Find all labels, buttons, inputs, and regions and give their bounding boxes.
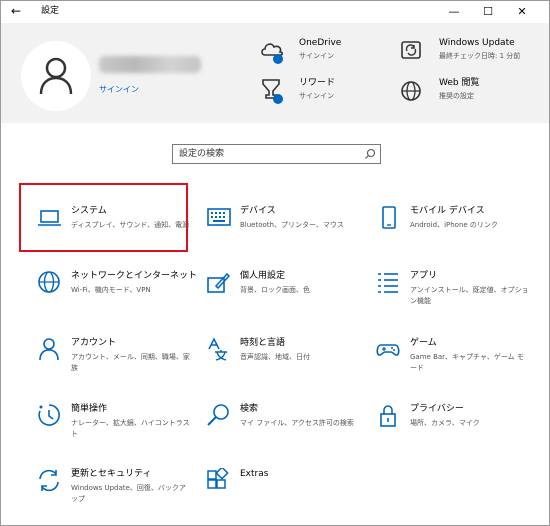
close-button[interactable]: ✕: [505, 1, 539, 23]
header-item-title: Web 閲覧: [439, 78, 480, 88]
category-mobile-devices[interactable]: モバイル デバイス Android、iPhone のリンク: [376, 205, 546, 271]
category-extras[interactable]: Extras: [206, 468, 376, 525]
category-search[interactable]: 検索 マイ ファイル、アクセス許可の検索: [206, 403, 376, 469]
category-description: 音声認識、地域、日付: [240, 353, 310, 361]
category-description: 場所、カメラ、マイク: [410, 419, 480, 427]
back-arrow-icon[interactable]: ←: [11, 4, 25, 18]
category-privacy[interactable]: プライバシー 場所、カメラ、マイク: [376, 403, 546, 469]
category-gaming[interactable]: ゲーム Game Bar、キャプチャ、ゲーム モード: [376, 337, 546, 403]
category-description: ナレーター、拡大鏡、ハイコントラスト: [71, 419, 190, 438]
window-title: 設定: [41, 6, 60, 16]
category-title: 簡単操作: [71, 404, 108, 414]
header-item-subtitle: 最終チェック日時: 1 分前: [439, 52, 521, 60]
account-header: サインイン OneDrive サインイン リワード サインイン Windows …: [1, 23, 549, 123]
person-icon: [39, 338, 59, 361]
category-ease-of-access[interactable]: 簡単操作 ナレーター、拡大鏡、ハイコントラスト: [37, 403, 207, 469]
title-bar: ← 設定 — ☐ ✕: [1, 1, 549, 23]
category-title: ネットワークとインターネット: [71, 271, 198, 281]
category-title: システム: [71, 206, 107, 216]
category-title: アプリ: [410, 271, 438, 281]
category-description: Bluetooth、プリンター、マウス: [240, 221, 344, 229]
category-description: Game Bar、キャプチャ、ゲーム モード: [410, 353, 524, 372]
category-description: アンインストール、既定値、オプション機能: [410, 286, 529, 305]
ease-of-access-icon: [38, 404, 60, 426]
globe-icon: [401, 81, 421, 101]
avatar[interactable]: [21, 41, 91, 111]
category-title: ゲーム: [410, 338, 437, 348]
category-update-security[interactable]: 更新とセキュリティ Windows Update、回復、バックアップ: [37, 468, 207, 525]
category-title: 更新とセキュリティ: [71, 469, 152, 479]
maximize-button[interactable]: ☐: [471, 1, 505, 23]
paint-icon: [207, 272, 231, 293]
category-title: モバイル デバイス: [410, 206, 485, 216]
phone-icon: [382, 206, 396, 229]
signin-link[interactable]: サインイン: [99, 84, 139, 95]
category-title: アカウント: [71, 338, 117, 348]
trophy-icon: [262, 79, 283, 104]
header-item-title: リワード: [299, 78, 336, 88]
category-description: ディスプレイ、サウンド、通知、電源: [71, 221, 190, 229]
category-system[interactable]: システム ディスプレイ、サウンド、通知、電源: [37, 205, 207, 271]
magnifier-icon: [207, 404, 229, 426]
category-description: Wi-Fi、機内モード、VPN: [71, 286, 151, 294]
category-accounts[interactable]: アカウント アカウント、メール、同期、職場、家族: [37, 337, 207, 403]
category-description: マイ ファイル、アクセス許可の検索: [240, 419, 354, 427]
apps-list-icon: [378, 273, 398, 293]
category-title: 時刻と言語: [240, 338, 286, 348]
laptop-icon: [38, 210, 61, 226]
category-time-language[interactable]: 時刻と言語 音声認識、地域、日付: [206, 337, 376, 403]
category-description: 背景、ロック画面、色: [240, 286, 310, 294]
category-network[interactable]: ネットワークとインターネット Wi-Fi、機内モード、VPN: [37, 270, 207, 336]
header-item-rewards[interactable]: リワード サインイン: [259, 77, 409, 113]
category-description: Windows Update、回復、バックアップ: [71, 484, 186, 503]
globe-icon: [38, 271, 60, 293]
search-box[interactable]: 設定の検索: [172, 144, 381, 164]
category-apps[interactable]: アプリ アンインストール、既定値、オプション機能: [376, 270, 546, 336]
user-silhouette-icon: [39, 57, 73, 95]
lock-icon: [380, 405, 396, 427]
category-title: 個人用設定: [240, 271, 286, 281]
extras-icon: [207, 468, 229, 489]
settings-window: ← 設定 — ☐ ✕ サインイン OneDrive サインイン リワード サイン…: [0, 0, 550, 526]
cloud-icon: [261, 43, 284, 64]
search-input[interactable]: 設定の検索: [179, 149, 224, 160]
category-title: プライバシー: [410, 404, 464, 414]
user-name-blurred: [99, 56, 201, 73]
header-item-subtitle: サインイン: [299, 92, 334, 100]
header-item-onedrive[interactable]: OneDrive サインイン: [259, 37, 409, 73]
category-devices[interactable]: デバイス Bluetooth、プリンター、マウス: [206, 205, 376, 271]
category-title: 検索: [240, 404, 259, 414]
category-title: Extras: [240, 469, 269, 479]
header-item-title: Windows Update: [439, 38, 515, 48]
category-personalization[interactable]: 個人用設定 背景、ロック画面、色: [206, 270, 376, 336]
category-title: デバイス: [240, 206, 276, 216]
header-item-web-browsing[interactable]: Web 閲覧 推奨の設定: [399, 77, 549, 113]
header-item-subtitle: 推奨の設定: [439, 92, 474, 100]
keyboard-icon: [207, 208, 231, 226]
time-language-icon: [208, 337, 227, 361]
header-item-title: OneDrive: [299, 38, 342, 48]
category-description: アカウント、メール、同期、職場、家族: [71, 353, 190, 372]
sync-icon: [401, 41, 421, 59]
search-icon[interactable]: [364, 148, 376, 160]
gamepad-icon: [376, 344, 400, 356]
header-item-windows-update[interactable]: Windows Update 最終チェック日時: 1 分前: [399, 37, 549, 73]
header-item-subtitle: サインイン: [299, 52, 334, 60]
refresh-icon: [39, 469, 59, 492]
category-description: Android、iPhone のリンク: [410, 221, 498, 229]
minimize-button[interactable]: —: [437, 1, 471, 23]
